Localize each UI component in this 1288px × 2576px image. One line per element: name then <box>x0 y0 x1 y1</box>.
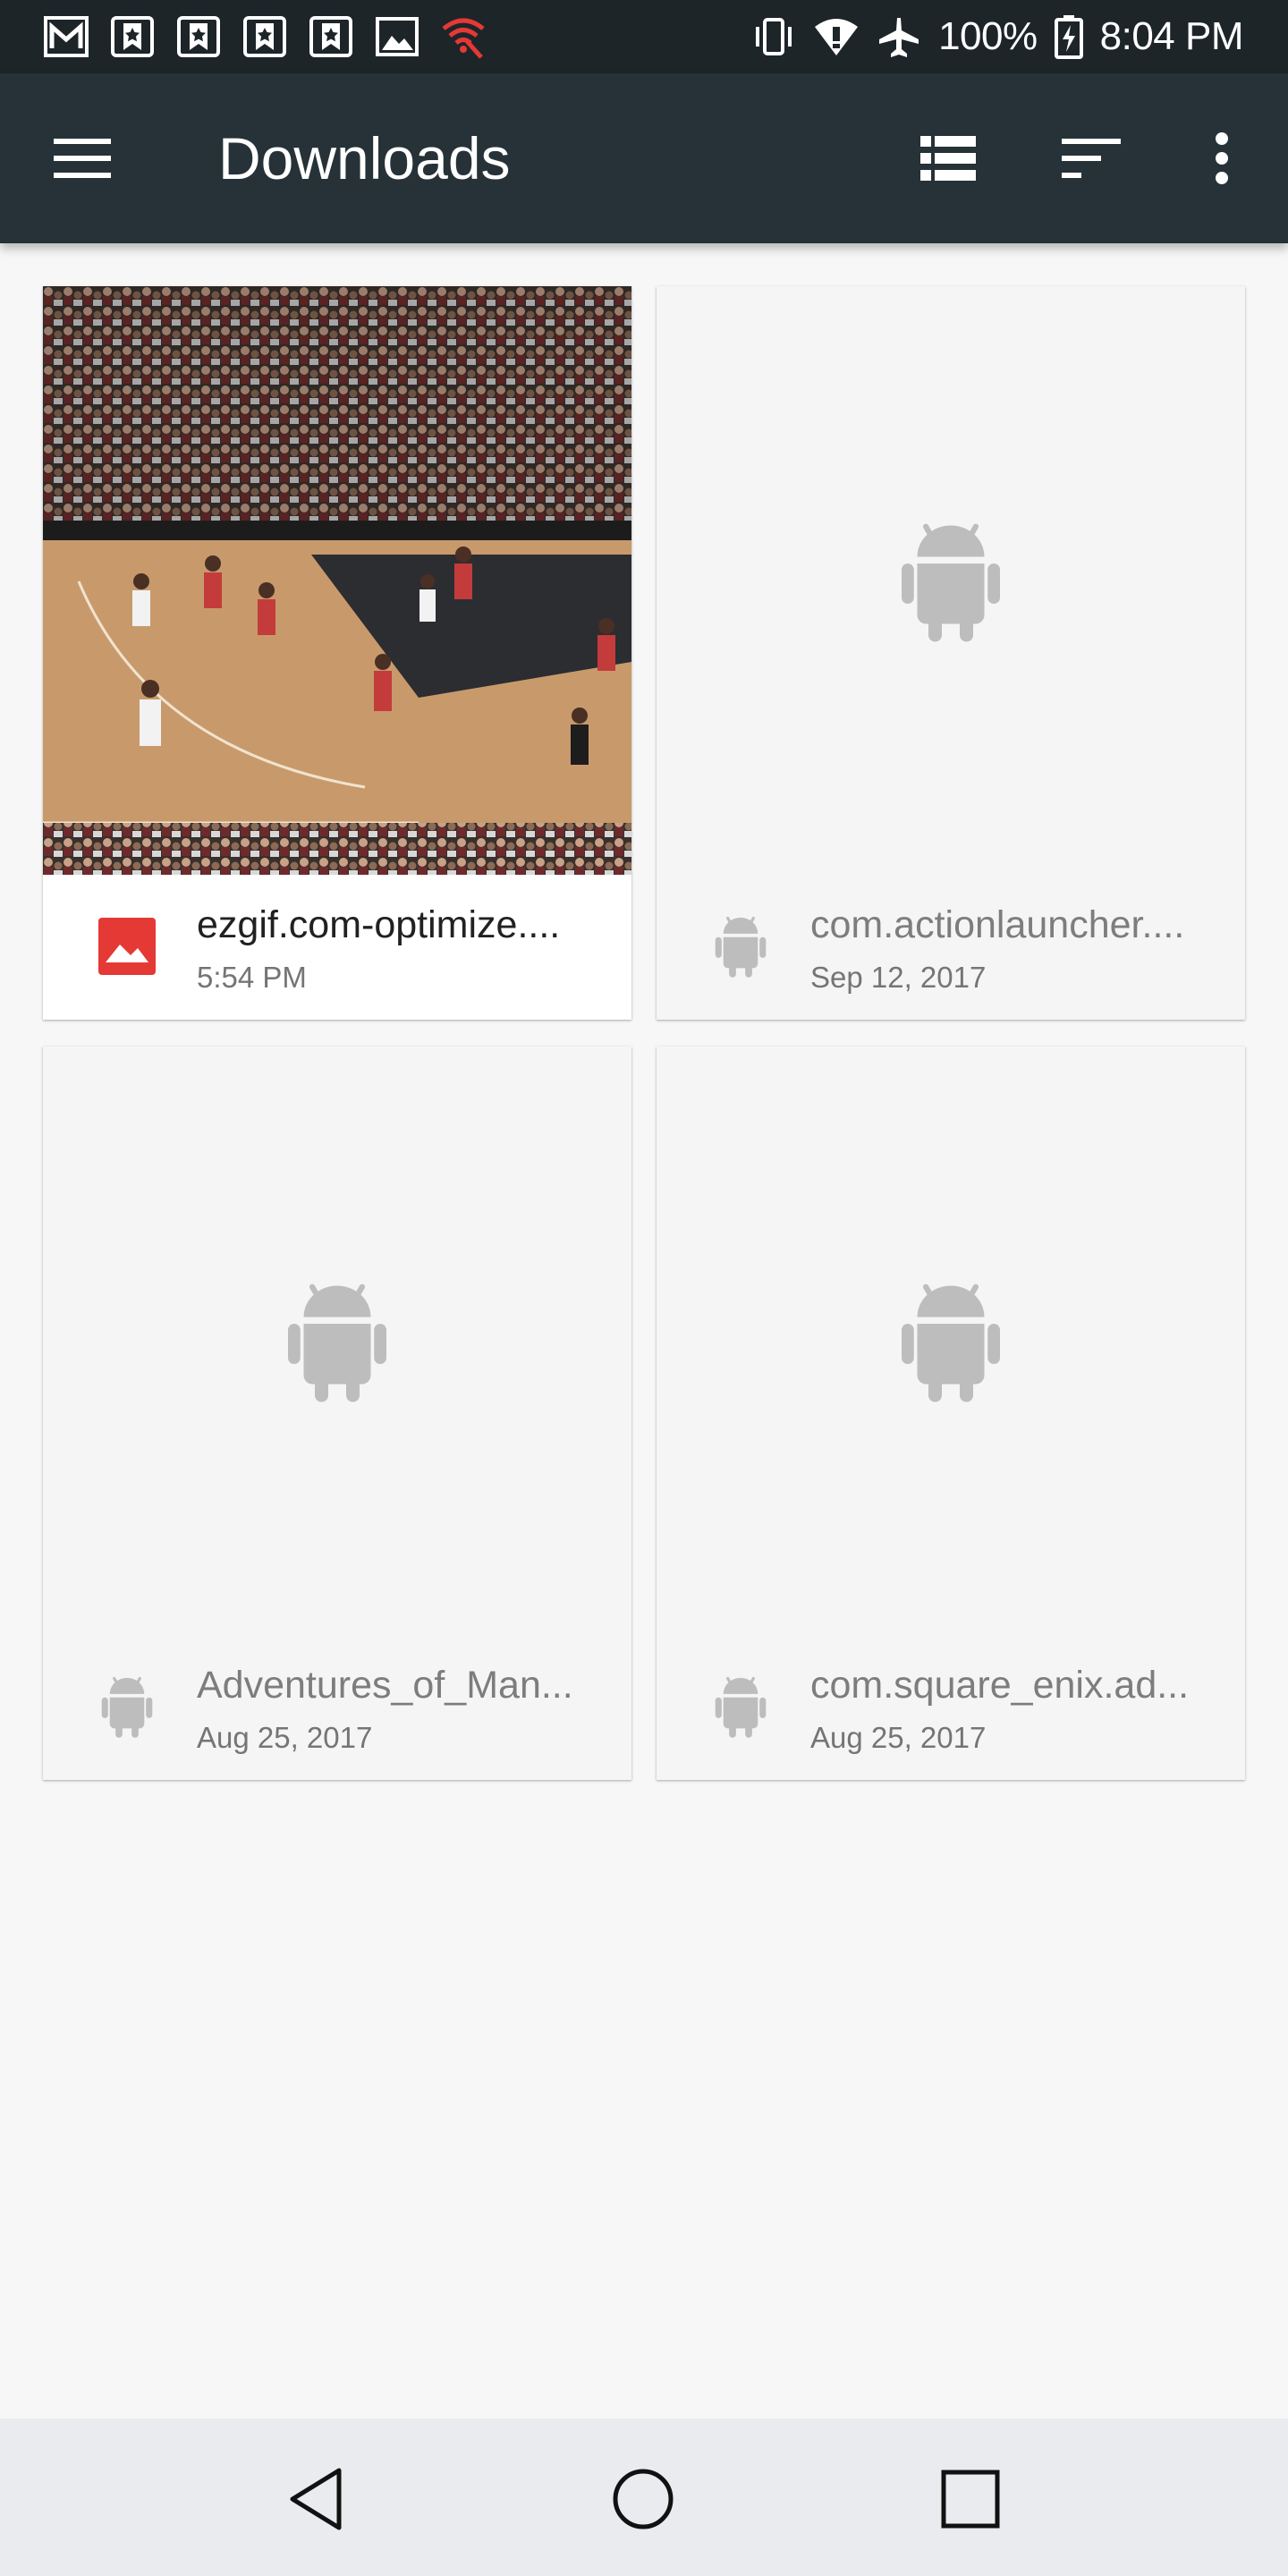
file-name: Adventures_of_Man... <box>197 1664 573 1707</box>
android-placeholder-icon <box>902 1283 1000 1402</box>
android-placeholder-icon <box>902 522 1000 642</box>
bookmark-star-icon <box>243 16 286 57</box>
basketball-game-thumbnail <box>43 286 631 875</box>
back-icon <box>290 2468 342 2530</box>
back-button[interactable] <box>271 2454 360 2544</box>
page-title: Downloads <box>218 125 511 191</box>
bookmark-star-icon <box>309 16 352 57</box>
sort-icon <box>1062 139 1121 178</box>
menu-icon <box>54 139 111 178</box>
file-name: com.actionlauncher.... <box>810 903 1185 946</box>
home-icon <box>613 2469 674 2529</box>
status-bar: 100% 8:04 PM <box>0 0 1288 73</box>
bookmark-star-icon <box>177 16 220 57</box>
list-view-icon <box>920 136 976 181</box>
wifi-icon <box>815 19 859 55</box>
more-options-button[interactable] <box>1186 123 1258 194</box>
android-icon <box>715 916 767 978</box>
app-bar: Downloads <box>0 73 1288 243</box>
clock: 8:04 PM <box>1099 14 1244 58</box>
airplane-icon <box>879 18 919 57</box>
system-status: 100% 8:04 PM <box>750 9 1244 64</box>
more-vert-icon <box>1216 132 1228 184</box>
recents-button[interactable] <box>926 2454 1015 2544</box>
list-view-button[interactable] <box>912 123 984 194</box>
file-card[interactable]: com.square_enix.ad... Aug 25, 2017 <box>657 1046 1245 1780</box>
wifi-alert-icon <box>442 18 485 59</box>
menu-button[interactable] <box>47 123 118 194</box>
file-name: com.square_enix.ad... <box>810 1664 1190 1707</box>
image-icon <box>376 17 419 56</box>
android-icon <box>101 1676 153 1738</box>
image-file-icon <box>98 918 156 975</box>
file-info: com.actionlauncher.... Sep 12, 2017 <box>657 875 1245 1020</box>
file-card[interactable]: ezgif.com-optimize.... 5:54 PM <box>43 286 631 1020</box>
file-info: com.square_enix.ad... Aug 25, 2017 <box>657 1635 1245 1780</box>
android-placeholder-icon <box>288 1283 386 1402</box>
file-date: 5:54 PM <box>197 961 307 994</box>
file-thumbnail <box>43 286 631 875</box>
file-name: ezgif.com-optimize.... <box>197 903 561 946</box>
android-icon <box>715 1676 767 1738</box>
bookmark-star-icon <box>111 16 154 57</box>
file-card[interactable]: com.actionlauncher.... Sep 12, 2017 <box>657 286 1245 1020</box>
home-button[interactable] <box>598 2454 688 2544</box>
battery-charging-icon <box>1054 15 1083 59</box>
vibrate-icon <box>756 18 792 55</box>
recents-icon <box>941 2470 1000 2529</box>
file-date: Aug 25, 2017 <box>810 1721 987 1754</box>
file-info: Adventures_of_Man... Aug 25, 2017 <box>43 1635 631 1780</box>
sort-button[interactable] <box>1055 123 1127 194</box>
file-date: Aug 25, 2017 <box>197 1721 373 1754</box>
navigation-bar <box>0 2419 1288 2576</box>
battery-percentage: 100% <box>938 14 1038 58</box>
gmail-icon <box>44 16 89 57</box>
notification-icons <box>43 14 487 59</box>
file-date: Sep 12, 2017 <box>810 961 987 994</box>
file-info: ezgif.com-optimize.... 5:54 PM <box>43 875 631 1020</box>
file-card[interactable]: Adventures_of_Man... Aug 25, 2017 <box>43 1046 631 1780</box>
